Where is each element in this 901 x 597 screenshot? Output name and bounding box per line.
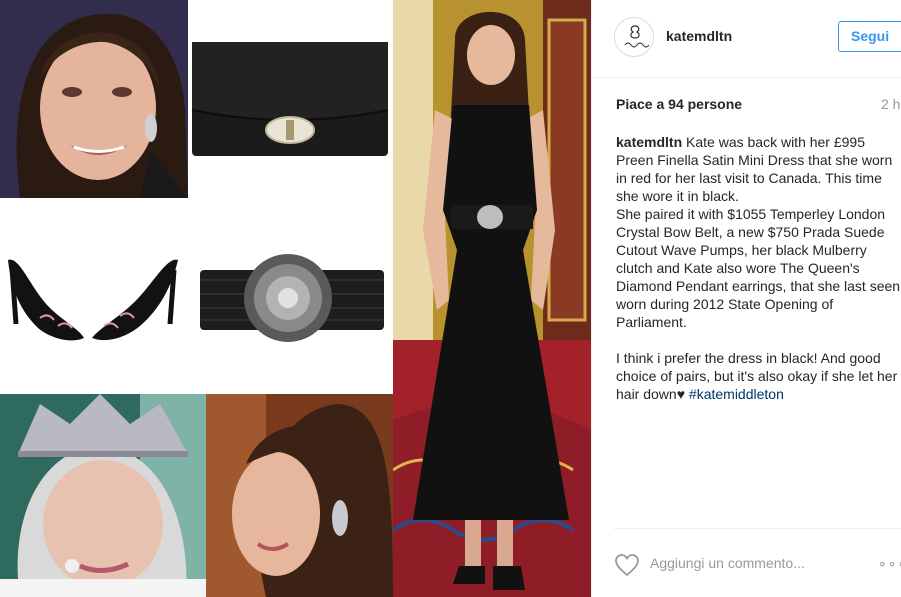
pumps-photo <box>0 198 188 394</box>
post-image-collage[interactable] <box>0 0 393 597</box>
more-options-icon[interactable]: ∘∘∘ <box>878 555 901 572</box>
comment-input[interactable]: Aggiungi un commento... <box>650 555 805 571</box>
post-details-panel: katemdltn Segui Piace a 94 persone 2 h k… <box>591 0 901 597</box>
likes-count[interactable]: Piace a 94 persone <box>616 96 742 112</box>
main-photo-kate-black-dress[interactable] <box>393 0 591 597</box>
clutch-photo <box>188 0 393 198</box>
caption-text-2: She paired it with $1055 Temperley Londo… <box>616 206 901 330</box>
post-username[interactable]: katemdltn <box>666 28 732 44</box>
follow-button[interactable]: Segui <box>838 21 901 52</box>
hashtag-link[interactable]: #katemiddleton <box>689 386 784 402</box>
comment-bar: Aggiungi un commento... ∘∘∘ <box>614 528 901 597</box>
belt-photo <box>188 198 393 394</box>
caption-username[interactable]: katemdltn <box>616 134 682 150</box>
profile-photo <box>206 394 393 597</box>
portrait-photo-top <box>0 0 188 198</box>
post-timestamp[interactable]: 2 h <box>881 96 900 112</box>
post-header: katemdltn Segui <box>592 0 901 78</box>
heart-icon[interactable] <box>614 553 640 577</box>
queen-photo <box>0 394 206 597</box>
avatar[interactable] <box>614 17 654 57</box>
avatar-logo-icon <box>624 25 650 48</box>
post-caption: katemdltn Kate was back with her £995 Pr… <box>616 133 901 403</box>
